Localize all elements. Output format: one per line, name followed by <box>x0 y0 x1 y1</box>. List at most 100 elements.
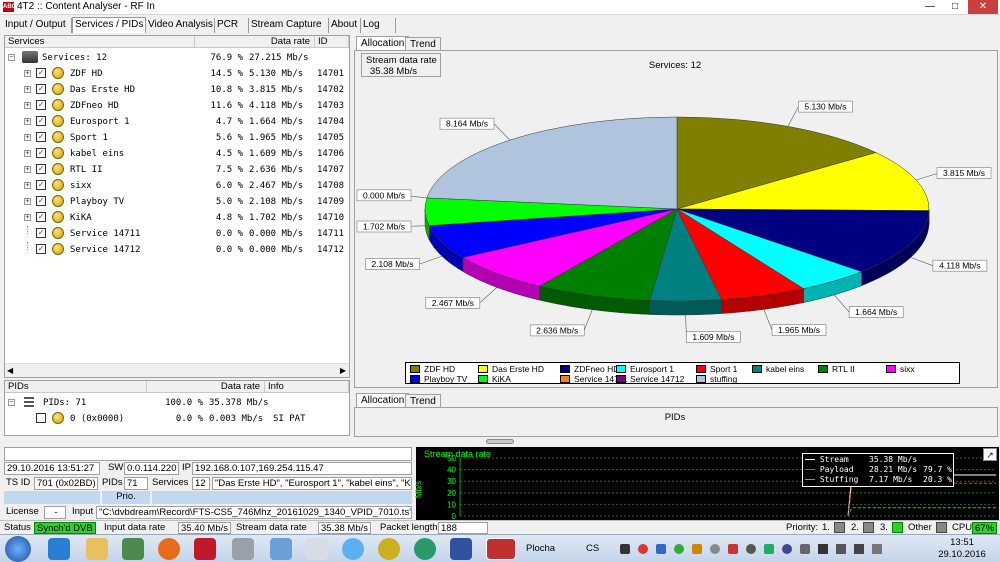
network-app-icon[interactable] <box>270 538 292 560</box>
collapse-toggle-icon[interactable]: − <box>8 399 15 406</box>
service-checkbox[interactable]: ✓ <box>36 180 46 190</box>
services-root-row[interactable]: − Services: 12 76.9 % 27.215 Mb/s <box>5 50 349 66</box>
service-row[interactable]: + ✓ sixx 6.0 % 2.467 Mb/s 14708 <box>5 178 349 194</box>
tools-icon[interactable] <box>232 538 254 560</box>
tray-icon-3[interactable] <box>656 544 666 554</box>
service-row[interactable]: + ✓ Eurosport 1 4.7 % 1.664 Mb/s 14704 <box>5 114 349 130</box>
service-checkbox[interactable]: ✓ <box>36 196 46 206</box>
info-column-header[interactable]: Info <box>265 381 349 393</box>
splitter-handle[interactable] <box>486 439 514 444</box>
tab-allocation[interactable]: Allocation <box>356 36 410 50</box>
service-pct: 14.5 % <box>210 69 243 79</box>
expand-toggle-icon[interactable]: + <box>24 198 31 205</box>
media-player-icon[interactable] <box>122 538 144 560</box>
expand-toggle-icon[interactable]: + <box>24 118 31 125</box>
tab-pcr[interactable]: PCR <box>215 18 249 33</box>
pid-row[interactable]: 0 (0x0000) 0.0 % 0.003 Mb/s SI PAT <box>5 411 349 427</box>
tray-icon-11[interactable] <box>800 544 810 554</box>
tab-pids-trend[interactable]: Trend <box>405 394 441 408</box>
sync-icon[interactable] <box>872 544 882 554</box>
tab-video-analysis[interactable]: Video Analysis <box>146 18 215 33</box>
dvb-app-icon[interactable] <box>414 538 436 560</box>
tray-icon-4[interactable] <box>674 544 684 554</box>
tray-icon-10[interactable] <box>782 544 792 554</box>
expand-toggle-icon[interactable]: + <box>24 102 31 109</box>
collapse-toggle-icon[interactable]: − <box>8 54 15 61</box>
content-analyser-task-icon[interactable] <box>486 538 516 560</box>
tab-about[interactable]: About <box>329 18 361 33</box>
service-checkbox[interactable]: ✓ <box>36 244 46 254</box>
file-explorer-icon[interactable] <box>86 538 108 560</box>
internet-explorer-icon[interactable] <box>48 538 70 560</box>
service-checkbox[interactable]: ✓ <box>36 212 46 222</box>
firefox-icon[interactable] <box>158 538 180 560</box>
expand-toggle-icon[interactable]: + <box>24 214 31 221</box>
expand-toggle-icon[interactable]: + <box>24 70 31 77</box>
tray-icon-6[interactable] <box>710 544 720 554</box>
scroll-left-icon[interactable]: ◀ <box>7 366 13 375</box>
tab-pids-allocation[interactable]: Allocation <box>356 393 410 407</box>
expand-toggle-icon[interactable]: + <box>24 182 31 189</box>
service-checkbox[interactable]: ✓ <box>36 132 46 142</box>
service-row[interactable]: + ✓ Das Erste HD 10.8 % 3.815 Mb/s 14702 <box>5 82 349 98</box>
tray-icon-1[interactable] <box>620 544 630 554</box>
service-row[interactable]: + ✓ Sport 1 5.6 % 1.965 Mb/s 14705 <box>5 130 349 146</box>
tab-services-pids[interactable]: Services / PIDs <box>72 17 146 33</box>
magnify-icon[interactable]: ↗ <box>983 448 997 461</box>
expand-toggle-icon[interactable]: + <box>24 86 31 93</box>
w-app-icon[interactable] <box>194 538 216 560</box>
service-checkbox[interactable]: ✓ <box>36 228 46 238</box>
language-indicator[interactable]: CS <box>586 543 599 554</box>
pids-root-row[interactable]: − PIDs: 71 100.0 % 35.378 Mb/s <box>5 395 349 411</box>
close-button[interactable]: ✕ <box>968 0 998 14</box>
service-checkbox[interactable]: ✓ <box>36 148 46 158</box>
service-row[interactable]: + ✓ kabel eins 4.5 % 1.609 Mb/s 14706 <box>5 146 349 162</box>
service-row[interactable]: + ✓ ZDFneo HD 11.6 % 4.118 Mb/s 14703 <box>5 98 349 114</box>
clock-date[interactable]: 29.10.2016 <box>934 549 990 560</box>
tab-stream-capture[interactable]: Stream Capture <box>249 18 329 33</box>
expand-toggle-icon[interactable]: + <box>24 166 31 173</box>
service-row[interactable]: ✓ Service 14712 0.0 % 0.000 Mb/s 14712 <box>5 242 349 258</box>
service-checkbox[interactable]: ✓ <box>36 100 46 110</box>
plocha-label[interactable]: Plocha <box>526 543 555 554</box>
service-checkbox[interactable]: ✓ <box>36 68 46 78</box>
tray-icon-5[interactable] <box>692 544 702 554</box>
minimize-button[interactable]: — <box>918 0 942 14</box>
expand-toggle-icon[interactable]: + <box>24 150 31 157</box>
tab-trend[interactable]: Trend <box>405 37 441 51</box>
service-row[interactable]: + ✓ Playboy TV 5.0 % 2.108 Mb/s 14709 <box>5 194 349 210</box>
service-checkbox[interactable]: ✓ <box>36 116 46 126</box>
start-button-icon[interactable] <box>5 536 31 562</box>
tray-icon-8[interactable] <box>746 544 756 554</box>
pid-icon <box>52 412 64 424</box>
service-row[interactable]: + ✓ KiKA 4.8 % 1.702 Mb/s 14710 <box>5 210 349 226</box>
service-row[interactable]: ✓ Service 14711 0.0 % 0.000 Mb/s 14711 <box>5 226 349 242</box>
service-checkbox[interactable]: ✓ <box>36 164 46 174</box>
horizontal-scrollbar[interactable]: ◀ ▶ <box>5 363 349 377</box>
save-disk-icon[interactable] <box>450 538 472 560</box>
scroll-right-icon[interactable]: ▶ <box>340 366 346 375</box>
tray-icon-9[interactable] <box>764 544 774 554</box>
pids-rate-column-header[interactable]: Data rate <box>147 381 265 393</box>
service-checkbox[interactable]: ✓ <box>36 84 46 94</box>
service-row[interactable]: + ✓ ZDF HD 14.5 % 5.130 Mb/s 14701 <box>5 66 349 82</box>
clock-time[interactable]: 13:51 <box>934 537 990 548</box>
calculator-icon[interactable] <box>306 538 328 560</box>
id-column-header[interactable]: ID <box>315 36 349 48</box>
cloud-app-icon[interactable] <box>342 538 364 560</box>
services-column-header[interactable]: Services <box>5 36 195 48</box>
network-icon[interactable] <box>836 544 846 554</box>
tray-icon-2[interactable] <box>638 544 648 554</box>
pid-checkbox[interactable] <box>36 413 46 423</box>
tab-log[interactable]: Log <box>361 18 396 33</box>
expand-toggle-icon[interactable]: + <box>24 134 31 141</box>
pr-app-icon[interactable] <box>378 538 400 560</box>
tab-input-output[interactable]: Input / Output <box>3 18 72 33</box>
flag-icon[interactable] <box>818 544 828 554</box>
pids-column-header[interactable]: PIDs <box>5 381 147 393</box>
tray-icon-7[interactable] <box>728 544 738 554</box>
maximize-button[interactable]: □ <box>943 0 967 14</box>
data-rate-column-header[interactable]: Data rate <box>195 36 315 48</box>
volume-icon[interactable] <box>854 544 864 554</box>
service-row[interactable]: + ✓ RTL II 7.5 % 2.636 Mb/s 14707 <box>5 162 349 178</box>
